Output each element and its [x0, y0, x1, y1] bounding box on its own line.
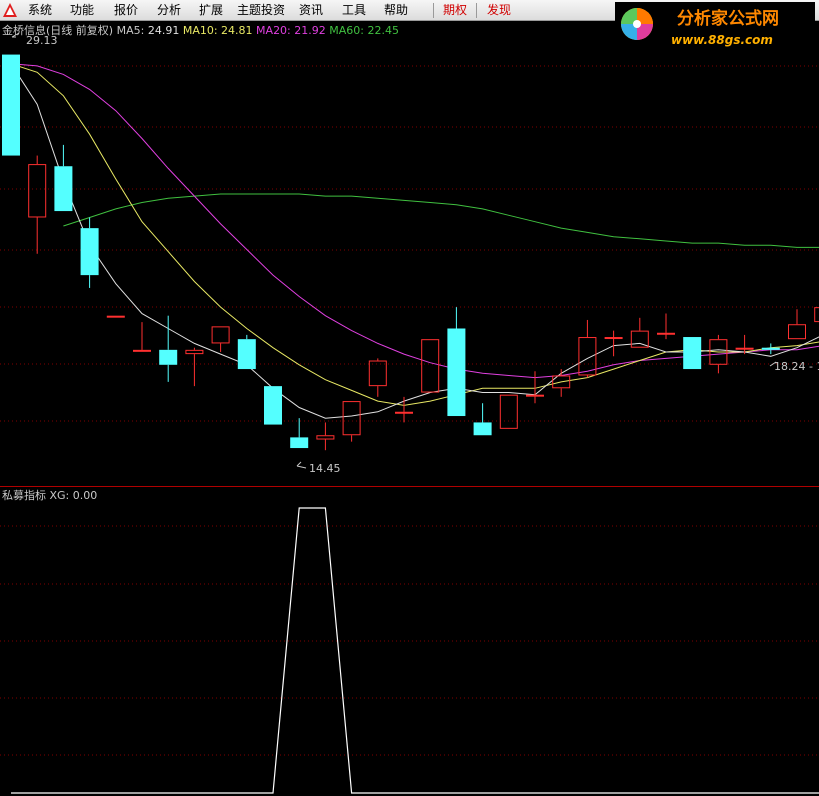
menu-tools[interactable]: 工具: [342, 3, 366, 17]
app-logo-icon[interactable]: [2, 2, 18, 18]
candle-body: [473, 422, 492, 436]
candle: [499, 394, 518, 429]
candle-body: [290, 437, 309, 449]
candle: [316, 422, 335, 451]
candle: [211, 326, 230, 352]
candle: [761, 343, 780, 355]
candle: [421, 339, 440, 393]
candle: [814, 307, 819, 323]
candle-body: [788, 324, 806, 340]
indicator-chart[interactable]: [0, 488, 819, 796]
candle-body: [316, 435, 335, 440]
candle: [185, 347, 204, 387]
menu-system[interactable]: 系统: [28, 3, 52, 17]
candle-body: [211, 326, 230, 344]
candle-body: [106, 315, 125, 318]
price-chart[interactable]: 29.13 14.45 18.24 - 1: [0, 21, 819, 485]
candle-body: [499, 394, 518, 429]
candle: [80, 217, 99, 288]
candle-body: [159, 349, 178, 365]
candle-body: [28, 164, 47, 218]
price-chart-header: 金桥信息(日线 前复权) MA5: 24.91 MA10: 24.81 MA20…: [2, 24, 399, 37]
candle: [133, 322, 151, 352]
candle-body: [54, 166, 73, 212]
menu-separator: [433, 3, 434, 18]
range-label: 18.24 - 1: [774, 360, 819, 373]
candle-body: [630, 330, 649, 348]
chart-area: 29.13 14.45 18.24 - 1 金桥信息(日线 前复权) MA5: …: [0, 21, 819, 796]
ma20-label: MA20:: [256, 24, 291, 37]
candle: [447, 307, 466, 417]
candle: [395, 396, 413, 423]
candle: [290, 418, 309, 449]
ma60-line: [63, 193, 819, 248]
menu-options[interactable]: 期权: [443, 3, 467, 17]
menu-extension[interactable]: 扩展: [199, 3, 223, 17]
candle-body: [657, 332, 675, 335]
candle-body: [342, 401, 361, 436]
ma10-value: 24.81: [221, 24, 253, 37]
candle-body: [526, 394, 544, 397]
candle: [473, 403, 492, 436]
low-price-label: 14.45: [309, 462, 341, 475]
menu-help[interactable]: 帮助: [384, 3, 408, 17]
candle: [657, 313, 675, 340]
ma60-value: 22.45: [367, 24, 399, 37]
candle: [578, 319, 597, 378]
candle-body: [80, 228, 99, 276]
xg-line: [11, 507, 819, 794]
candle: [788, 309, 806, 340]
candle-body: [683, 337, 702, 370]
ma60-label: MA60:: [329, 24, 364, 37]
candle-body: [814, 307, 819, 323]
candle: [54, 144, 73, 212]
candle: [264, 386, 282, 425]
candle: [683, 337, 702, 370]
candle: [237, 334, 256, 370]
menu-function[interactable]: 功能: [70, 3, 94, 17]
candle-body: [2, 54, 20, 156]
low-marker: 14.45: [296, 461, 341, 475]
candle-body: [237, 339, 256, 370]
ma20-value: 21.92: [294, 24, 326, 37]
candle: [159, 315, 178, 382]
candle: [2, 54, 20, 156]
candle: [604, 330, 623, 357]
ma20-line: [10, 63, 819, 379]
menu-quote[interactable]: 报价: [114, 3, 138, 17]
ma5-value: 24.91: [147, 24, 180, 37]
panel-divider[interactable]: [0, 486, 819, 487]
candle-body: [368, 360, 387, 387]
candle-body: [735, 347, 754, 350]
range-marker: 18.24 - 1: [769, 360, 819, 373]
menu-analysis[interactable]: 分析: [157, 3, 181, 17]
candle: [368, 358, 387, 397]
candle-body: [447, 328, 466, 417]
candle-body: [604, 337, 623, 340]
candle-body: [395, 411, 413, 414]
menu-separator: [476, 3, 477, 18]
candle: [28, 155, 47, 254]
ma10-label: MA10:: [182, 24, 218, 37]
candle-body: [185, 349, 204, 355]
menu-theme-investment[interactable]: 主题投资: [237, 3, 285, 17]
candle-body: [133, 349, 151, 352]
ma5-label: MA5:: [116, 24, 145, 37]
candle-body: [264, 386, 282, 425]
candle: [342, 401, 361, 442]
candle-body: [761, 347, 780, 350]
candle: [106, 315, 125, 318]
menu-news[interactable]: 资讯: [299, 3, 323, 17]
stock-name: 金桥信息(日线 前复权): [2, 24, 114, 37]
candle-body: [421, 339, 440, 393]
menu-discover[interactable]: 发现: [487, 3, 511, 17]
